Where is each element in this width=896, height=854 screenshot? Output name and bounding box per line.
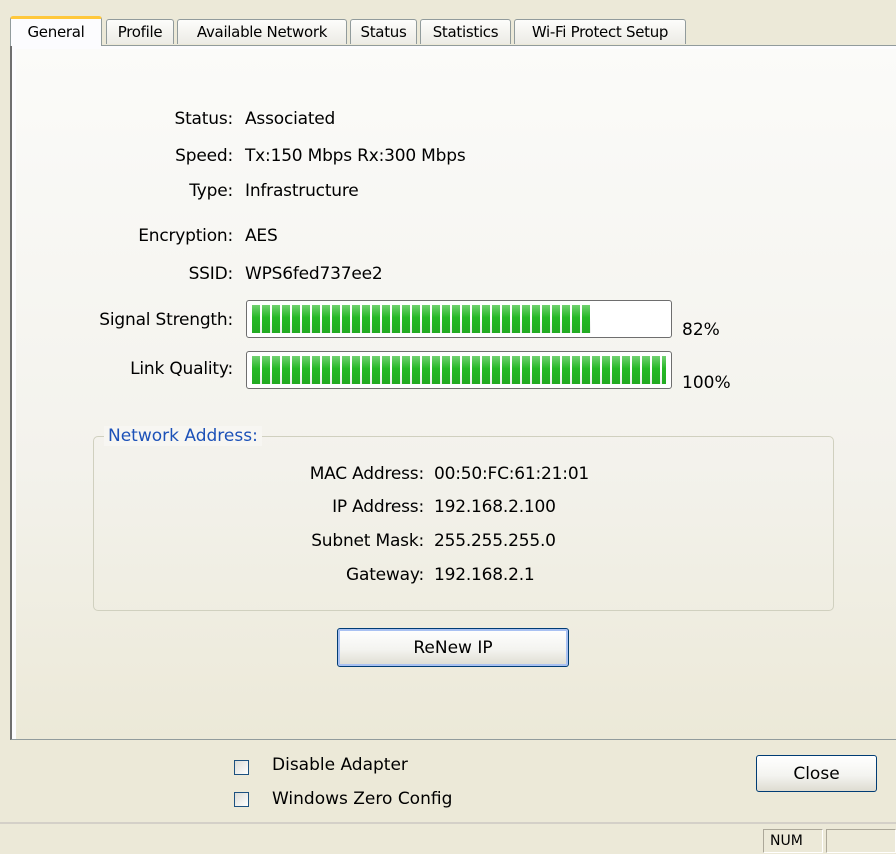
- mac-address-value: 00:50:FC:61:21:01: [434, 464, 590, 484]
- link-quality-bar: [246, 351, 672, 389]
- encryption-value: AES: [245, 226, 278, 246]
- link-quality-percent: 100%: [682, 373, 731, 393]
- type-label: Type:: [189, 181, 233, 201]
- num-lock-indicator: NUM: [763, 829, 823, 853]
- tab-statistics[interactable]: Statistics: [420, 19, 511, 44]
- type-value: Infrastructure: [245, 181, 359, 201]
- subnet-mask-label: Subnet Mask:: [311, 531, 424, 551]
- tab-profile[interactable]: Profile: [106, 19, 174, 44]
- network-address-title: Network Address:: [104, 426, 262, 446]
- status-label: Status:: [174, 109, 234, 129]
- ip-address-label: IP Address:: [332, 497, 424, 517]
- signal-strength-bar: [246, 300, 672, 338]
- tab-general[interactable]: General: [10, 16, 102, 46]
- signal-strength-percent: 82%: [682, 320, 720, 340]
- status-bar: NUM: [0, 822, 896, 854]
- ssid-label: SSID:: [188, 264, 234, 284]
- gateway-label: Gateway:: [346, 565, 424, 585]
- tab-available-network[interactable]: Available Network: [177, 19, 347, 44]
- subnet-mask-value: 255.255.255.0: [434, 531, 556, 551]
- speed-value: Tx:150 Mbps Rx:300 Mbps: [245, 146, 466, 166]
- speed-label: Speed:: [175, 146, 233, 166]
- status-value: Associated: [245, 109, 336, 129]
- gateway-value: 192.168.2.1: [434, 565, 535, 585]
- signal-strength-label: Signal Strength:: [99, 310, 233, 330]
- windows-zero-config-label[interactable]: Windows Zero Config: [272, 789, 452, 809]
- link-quality-fill: [252, 356, 666, 384]
- mac-address-label: MAC Address:: [309, 464, 425, 484]
- status-pane-empty: [826, 829, 896, 853]
- tab-status[interactable]: Status: [350, 19, 417, 44]
- renew-ip-button[interactable]: ReNew IP: [337, 628, 569, 667]
- ssid-value: WPS6fed737ee2: [245, 264, 383, 284]
- close-button[interactable]: Close: [756, 755, 877, 792]
- disable-adapter-label[interactable]: Disable Adapter: [272, 755, 408, 775]
- disable-adapter-checkbox[interactable]: [234, 760, 249, 775]
- link-quality-label: Link Quality:: [130, 359, 233, 379]
- tab-wifi-protect-setup[interactable]: Wi-Fi Protect Setup: [514, 19, 686, 44]
- encryption-label: Encryption:: [138, 226, 233, 246]
- signal-strength-fill: [252, 305, 592, 333]
- windows-zero-config-checkbox[interactable]: [234, 792, 249, 807]
- ip-address-value: 192.168.2.100: [434, 497, 556, 517]
